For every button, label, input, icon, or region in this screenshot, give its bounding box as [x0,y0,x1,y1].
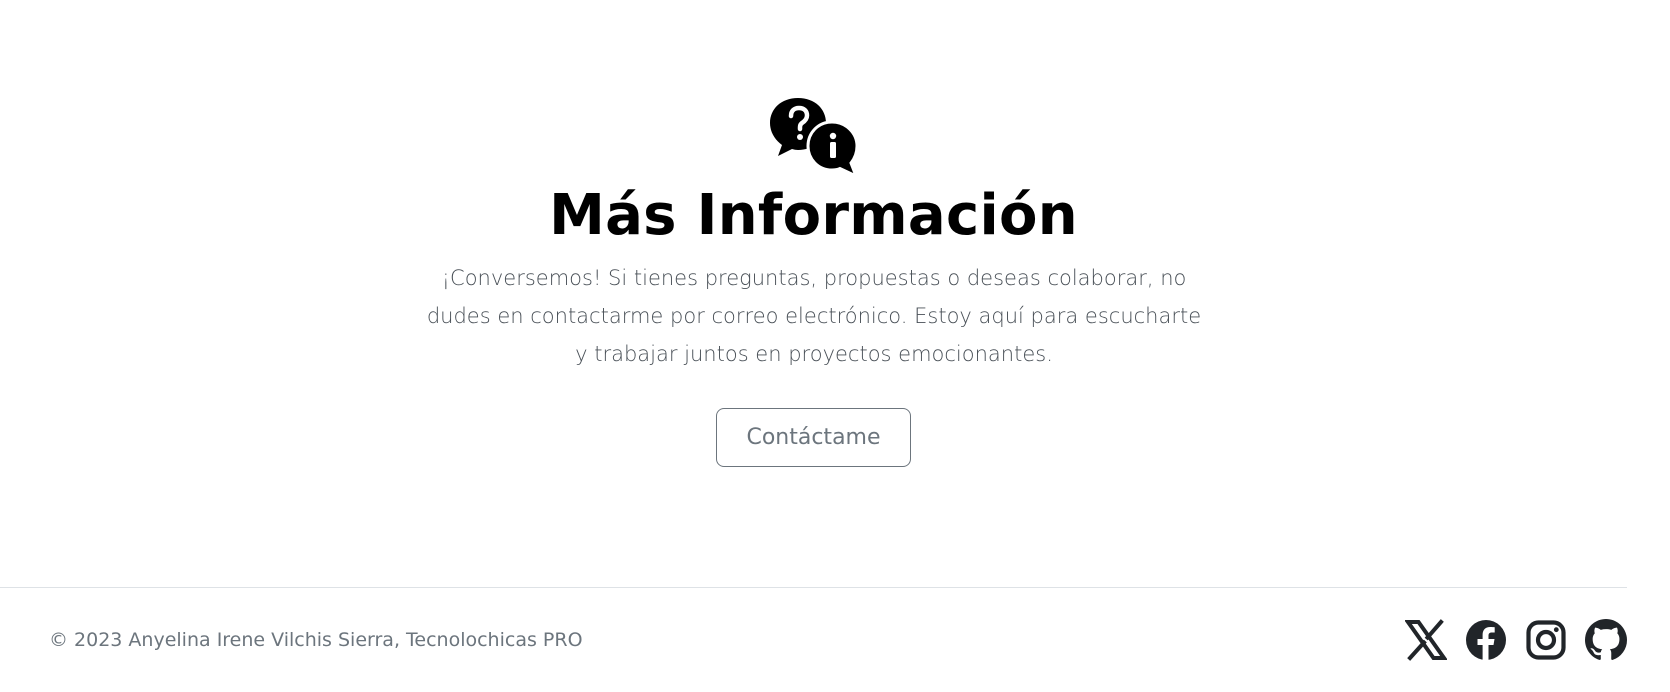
description-line-1: ¡Conversemos! Si tienes preguntas, propu… [441,266,1187,290]
github-icon [1585,619,1627,660]
x-twitter-link[interactable] [1405,619,1447,661]
instagram-link[interactable] [1525,619,1567,661]
facebook-link[interactable] [1465,619,1507,661]
copyright-text: © 2023 Anyelina Irene Vilchis Sierra, Te… [49,629,583,651]
footer-divider [0,587,1627,588]
contact-button[interactable]: Contáctame [716,408,911,467]
x-twitter-icon [1405,619,1447,661]
question-info-chat-bubbles-icon [768,96,860,179]
instagram-icon [1526,620,1566,660]
github-link[interactable] [1585,619,1627,661]
contact-description: ¡Conversemos! Si tienes preguntas, propu… [420,259,1208,373]
page-title: Más Información [549,183,1078,248]
description-line-3: y trabajar juntos en proyectos emocionan… [575,342,1053,366]
facebook-icon [1466,620,1506,660]
description-line-2: dudes en contactarme por correo electrón… [426,304,1202,328]
